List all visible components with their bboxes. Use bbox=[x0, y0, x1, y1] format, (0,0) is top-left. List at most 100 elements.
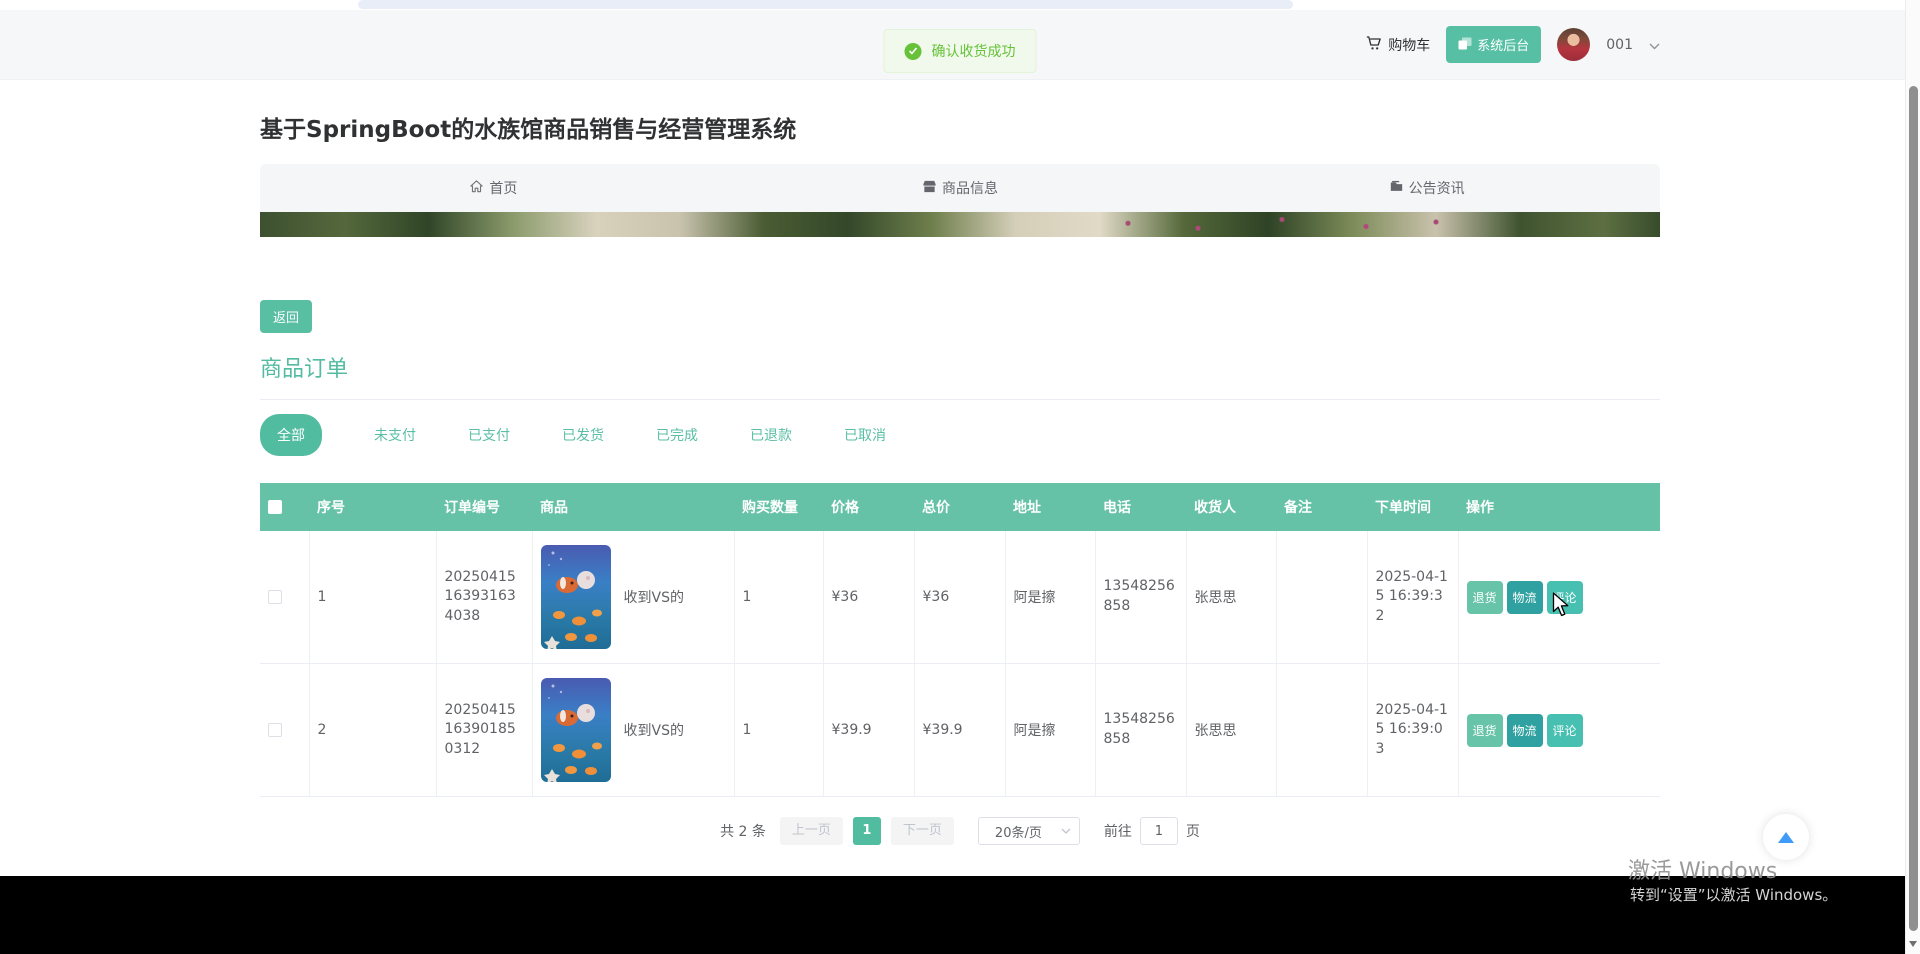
username[interactable]: 001 bbox=[1606, 37, 1633, 53]
nav-item-home[interactable]: 首页 bbox=[260, 164, 727, 212]
arrow-up-icon bbox=[1778, 832, 1794, 843]
page-size-select[interactable]: 20条/页 bbox=[978, 817, 1080, 845]
back-button[interactable]: 返回 bbox=[260, 300, 312, 333]
browser-tab-hint bbox=[358, 0, 1293, 9]
product-image bbox=[541, 545, 611, 649]
scrollbar-thumb[interactable] bbox=[1909, 86, 1918, 931]
orders-table: 序号 订单编号 商品 购买数量 价格 总价 地址 电话 收货人 备注 下单时间 … bbox=[260, 483, 1660, 797]
cell-address: 阿是擦 bbox=[1005, 531, 1095, 664]
nav-home-label: 首页 bbox=[489, 178, 517, 198]
main-container: 基于SpringBoot的水族馆商品销售与经营管理系统 首页 商品信息 公告资讯 bbox=[260, 110, 1660, 885]
refund-button[interactable]: 退货 bbox=[1467, 581, 1503, 614]
pagination-total: 共 2 条 bbox=[720, 821, 766, 841]
tab-paid[interactable]: 已支付 bbox=[468, 425, 510, 445]
windows-watermark-title: 激活 Windows bbox=[1628, 853, 1777, 885]
goto-label: 前往 bbox=[1104, 821, 1132, 841]
cell-address: 阿是擦 bbox=[1005, 664, 1095, 797]
col-index: 序号 bbox=[309, 483, 436, 531]
col-total: 总价 bbox=[914, 483, 1005, 531]
topbar: 确认收货成功 购物车 系统后台 001 bbox=[0, 10, 1920, 80]
cell-price: ¥39.9 bbox=[823, 664, 914, 797]
scrollbar-down-arrow[interactable] bbox=[1909, 941, 1917, 947]
table-row: 1 20250415163931634038 bbox=[260, 531, 1660, 664]
tab-all[interactable]: 全部 bbox=[260, 414, 322, 456]
product-name[interactable]: 收到VS的 bbox=[624, 720, 684, 740]
nav-announcements-label: 公告资讯 bbox=[1409, 178, 1465, 198]
nav-item-announcements[interactable]: 公告资讯 bbox=[1193, 164, 1660, 212]
success-toast: 确认收货成功 bbox=[884, 29, 1037, 73]
cell-time: 2025-04-15 16:39:32 bbox=[1367, 531, 1458, 664]
goto-page-input[interactable] bbox=[1140, 817, 1178, 845]
site-title: 基于SpringBoot的水族馆商品销售与经营管理系统 bbox=[260, 110, 1660, 144]
bottom-black-bar bbox=[0, 876, 1905, 954]
col-qty: 购买数量 bbox=[734, 483, 823, 531]
page-unit-label: 页 bbox=[1186, 821, 1200, 841]
col-price: 价格 bbox=[823, 483, 914, 531]
cell-receiver: 张思思 bbox=[1186, 531, 1276, 664]
admin-backend-button[interactable]: 系统后台 bbox=[1446, 26, 1541, 63]
window-icon bbox=[1458, 37, 1472, 53]
cell-order-no: 20250415163901850312 bbox=[436, 664, 532, 797]
cart-link[interactable]: 购物车 bbox=[1365, 35, 1430, 55]
banner-image bbox=[260, 212, 1660, 237]
col-remark: 备注 bbox=[1276, 483, 1367, 531]
windows-watermark-subtitle: 转到“设置”以激活 Windows。 bbox=[1630, 884, 1837, 905]
comment-button[interactable]: 评论 bbox=[1547, 581, 1583, 614]
cell-phone: 13548256858 bbox=[1095, 531, 1186, 664]
cell-index: 2 bbox=[309, 664, 436, 797]
row-checkbox[interactable] bbox=[268, 723, 282, 737]
select-all-checkbox[interactable] bbox=[268, 500, 282, 514]
cell-order-no: 20250415163931634038 bbox=[436, 531, 532, 664]
cell-qty: 1 bbox=[734, 531, 823, 664]
pagination: 共 2 条 上一页 1 下一页 20条/页 前往 页 bbox=[260, 817, 1660, 885]
col-order-no: 订单编号 bbox=[436, 483, 532, 531]
toast-message: 确认收货成功 bbox=[932, 41, 1016, 61]
cell-total: ¥36 bbox=[914, 531, 1005, 664]
col-time: 下单时间 bbox=[1367, 483, 1458, 531]
col-product: 商品 bbox=[532, 483, 734, 531]
shop-icon bbox=[922, 179, 937, 198]
table-header-row: 序号 订单编号 商品 购买数量 价格 总价 地址 电话 收货人 备注 下单时间 … bbox=[260, 483, 1660, 531]
cell-price: ¥36 bbox=[823, 531, 914, 664]
page-number-1[interactable]: 1 bbox=[853, 817, 881, 845]
admin-backend-label: 系统后台 bbox=[1477, 35, 1529, 54]
tab-shipped[interactable]: 已发货 bbox=[562, 425, 604, 445]
product-name[interactable]: 收到VS的 bbox=[624, 587, 684, 607]
cell-receiver: 张思思 bbox=[1186, 664, 1276, 797]
cell-remark bbox=[1276, 531, 1367, 664]
prev-page-button[interactable]: 上一页 bbox=[780, 817, 843, 845]
main-nav: 首页 商品信息 公告资讯 bbox=[260, 164, 1660, 212]
cell-remark bbox=[1276, 664, 1367, 797]
folder-icon bbox=[1389, 179, 1404, 197]
chevron-down-icon bbox=[1061, 828, 1071, 834]
col-receiver: 收货人 bbox=[1186, 483, 1276, 531]
tab-unpaid[interactable]: 未支付 bbox=[374, 425, 416, 445]
next-page-button[interactable]: 下一页 bbox=[891, 817, 954, 845]
scroll-to-top-button[interactable] bbox=[1763, 814, 1809, 860]
page-size-value: 20条/页 bbox=[995, 822, 1042, 841]
cell-total: ¥39.9 bbox=[914, 664, 1005, 797]
logistics-button[interactable]: 物流 bbox=[1507, 581, 1543, 614]
chevron-down-icon[interactable] bbox=[1649, 35, 1660, 54]
tab-refunded[interactable]: 已退款 bbox=[750, 425, 792, 445]
row-checkbox[interactable] bbox=[268, 590, 282, 604]
nav-products-label: 商品信息 bbox=[942, 178, 998, 198]
user-avatar[interactable] bbox=[1557, 28, 1590, 61]
col-address: 地址 bbox=[1005, 483, 1095, 531]
tab-cancelled[interactable]: 已取消 bbox=[844, 425, 886, 445]
nav-item-products[interactable]: 商品信息 bbox=[727, 164, 1194, 212]
col-phone: 电话 bbox=[1095, 483, 1186, 531]
cart-icon bbox=[1365, 35, 1382, 55]
col-actions: 操作 bbox=[1458, 483, 1660, 531]
comment-button[interactable]: 评论 bbox=[1547, 714, 1583, 747]
tab-completed[interactable]: 已完成 bbox=[656, 425, 698, 445]
refund-button[interactable]: 退货 bbox=[1467, 714, 1503, 747]
vertical-scrollbar[interactable] bbox=[1905, 0, 1920, 954]
table-row: 2 20250415163901850312 bbox=[260, 664, 1660, 797]
product-image bbox=[541, 678, 611, 782]
cell-qty: 1 bbox=[734, 664, 823, 797]
order-status-tabs: 全部 未支付 已支付 已发货 已完成 已退款 已取消 bbox=[260, 399, 1660, 456]
cell-time: 2025-04-15 16:39:03 bbox=[1367, 664, 1458, 797]
logistics-button[interactable]: 物流 bbox=[1507, 714, 1543, 747]
cell-index: 1 bbox=[309, 531, 436, 664]
